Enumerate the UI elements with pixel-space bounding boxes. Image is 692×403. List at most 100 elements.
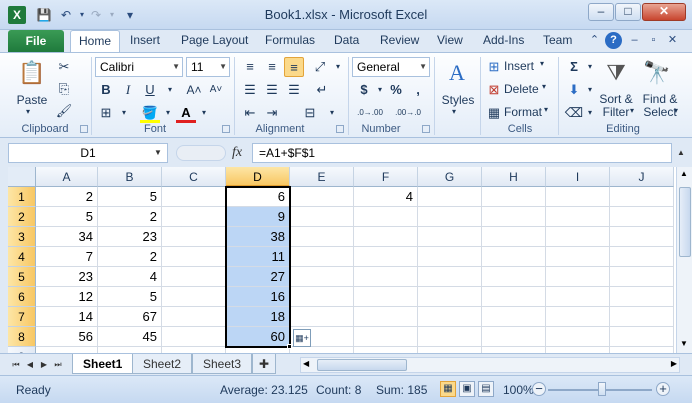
scroll-down-icon[interactable]: ▼ — [680, 339, 688, 348]
cell-j7[interactable] — [610, 307, 674, 327]
insert-dropdown-icon[interactable]: ▾ — [540, 59, 544, 68]
number-format-combo[interactable]: General ▼ — [352, 57, 430, 77]
cell-d5[interactable]: 27 — [226, 267, 290, 287]
column-header-a[interactable]: A — [36, 167, 98, 187]
format-painter-icon[interactable]: 🖌 — [54, 101, 74, 121]
cell-i2[interactable] — [546, 207, 610, 227]
column-header-j[interactable]: J — [610, 167, 674, 187]
cell-j6[interactable] — [610, 287, 674, 307]
cell-e3[interactable] — [290, 227, 354, 247]
cell-b2[interactable]: 2 — [98, 207, 162, 227]
fill-color-icon[interactable]: 🪣 — [140, 103, 160, 123]
cell-a6[interactable]: 12 — [36, 287, 98, 307]
font-name-combo[interactable]: Calibri ▼ — [95, 57, 183, 77]
column-header-f[interactable]: F — [354, 167, 418, 187]
page-layout-view-icon[interactable]: ▣ — [459, 381, 475, 397]
insert-function-button[interactable]: fx — [232, 145, 242, 161]
cell-g6[interactable] — [418, 287, 482, 307]
restore-button[interactable]: □ — [615, 3, 641, 21]
zoom-level[interactable]: 100% — [503, 383, 534, 397]
sort-filter-dropdown-icon[interactable]: ▾ — [630, 106, 634, 115]
cell-e4[interactable] — [290, 247, 354, 267]
cell-j1[interactable] — [610, 187, 674, 207]
cell-g3[interactable] — [418, 227, 482, 247]
align-right-icon[interactable]: ☰ — [284, 80, 304, 100]
cell-f1[interactable]: 4 — [354, 187, 418, 207]
cell-e7[interactable] — [290, 307, 354, 327]
comma-button[interactable]: , — [408, 80, 428, 100]
tab-page-layout[interactable]: Page Layout — [181, 33, 248, 47]
sheet-tab-sheet1[interactable]: Sheet1 — [72, 354, 134, 374]
column-header-i[interactable]: I — [546, 167, 610, 187]
cell-g2[interactable] — [418, 207, 482, 227]
cell-h4[interactable] — [482, 247, 546, 267]
delete-dropdown-icon[interactable]: ▾ — [542, 82, 546, 91]
ribbon-minimize-icon[interactable]: ⌃ — [586, 32, 603, 49]
expand-formula-bar-icon[interactable]: ▲ — [674, 143, 688, 163]
cell-b3[interactable]: 23 — [98, 227, 162, 247]
cell-a8[interactable]: 56 — [36, 327, 98, 347]
tab-home[interactable]: Home — [70, 30, 121, 53]
borders-dropdown-icon[interactable]: ▾ — [114, 103, 134, 123]
last-sheet-icon[interactable]: ⏭ — [52, 358, 64, 372]
cell-i8[interactable] — [546, 327, 610, 347]
cell-i3[interactable] — [546, 227, 610, 247]
tab-file[interactable]: File — [8, 30, 64, 52]
wrap-text-icon[interactable]: ↵ — [312, 80, 332, 100]
sort-filter-icon[interactable]: ⧩ — [600, 57, 632, 89]
cell-e6[interactable] — [290, 287, 354, 307]
name-box[interactable]: D1 — [8, 143, 168, 163]
cell-c5[interactable] — [162, 267, 226, 287]
workbook-minimize-icon[interactable]: – — [626, 32, 643, 49]
insert-sheet-icon[interactable]: ✚ — [252, 354, 277, 374]
grow-font-button[interactable]: A˄ — [184, 80, 204, 100]
scroll-right-icon[interactable]: ▶ — [671, 359, 677, 368]
borders-icon[interactable]: ⊞ — [96, 103, 116, 123]
cell-d8[interactable]: 60 — [226, 327, 290, 347]
align-center-icon[interactable]: ☰ — [262, 80, 282, 100]
row-header-5[interactable]: 5 — [8, 267, 36, 287]
row-header-6[interactable]: 6 — [8, 287, 36, 307]
insert-cells-icon[interactable]: ⊞ — [484, 57, 504, 77]
cell-b7[interactable]: 67 — [98, 307, 162, 327]
cell-b5[interactable]: 4 — [98, 267, 162, 287]
cell-j3[interactable] — [610, 227, 674, 247]
orientation-dropdown-icon[interactable]: ▾ — [328, 57, 348, 77]
cell-e1[interactable] — [290, 187, 354, 207]
cell-h5[interactable] — [482, 267, 546, 287]
cell-i7[interactable] — [546, 307, 610, 327]
underline-dropdown-icon[interactable]: ▾ — [160, 80, 180, 100]
percent-button[interactable]: % — [386, 80, 406, 100]
cell-d4[interactable]: 11 — [226, 247, 290, 267]
cell-a5[interactable]: 23 — [36, 267, 98, 287]
normal-view-icon[interactable]: ▦ — [440, 381, 456, 397]
decrease-indent-icon[interactable]: ⇤ — [240, 103, 260, 123]
find-select-icon[interactable]: 🔭 — [641, 57, 673, 89]
fill-handle[interactable] — [287, 344, 292, 349]
cell-c3[interactable] — [162, 227, 226, 247]
orientation-icon[interactable]: ⤢ — [310, 57, 330, 77]
italic-button[interactable]: I — [118, 80, 138, 100]
cell-j5[interactable] — [610, 267, 674, 287]
increase-decimal-button[interactable]: .0→.00 — [352, 103, 388, 123]
auto-fill-options-icon[interactable]: ▦+ — [293, 329, 311, 347]
cell-c4[interactable] — [162, 247, 226, 267]
cell-h2[interactable] — [482, 207, 546, 227]
delete-cells-button[interactable]: Delete — [504, 82, 539, 96]
increase-indent-icon[interactable]: ⇥ — [262, 103, 282, 123]
cell-f5[interactable] — [354, 267, 418, 287]
align-middle-icon[interactable]: ≡ — [262, 57, 282, 77]
alignment-launcher-icon[interactable] — [336, 125, 344, 133]
number-launcher-icon[interactable] — [422, 125, 430, 133]
cell-f6[interactable] — [354, 287, 418, 307]
cell-a7[interactable]: 14 — [36, 307, 98, 327]
cell-g8[interactable] — [418, 327, 482, 347]
cell-g5[interactable] — [418, 267, 482, 287]
cell-h1[interactable] — [482, 187, 546, 207]
scroll-left-icon[interactable]: ◀ — [303, 359, 309, 368]
cell-j2[interactable] — [610, 207, 674, 227]
cell-f7[interactable] — [354, 307, 418, 327]
find-select-dropdown-icon[interactable]: ▾ — [674, 106, 678, 115]
format-cells-button[interactable]: Format — [504, 105, 542, 119]
cell-c1[interactable] — [162, 187, 226, 207]
